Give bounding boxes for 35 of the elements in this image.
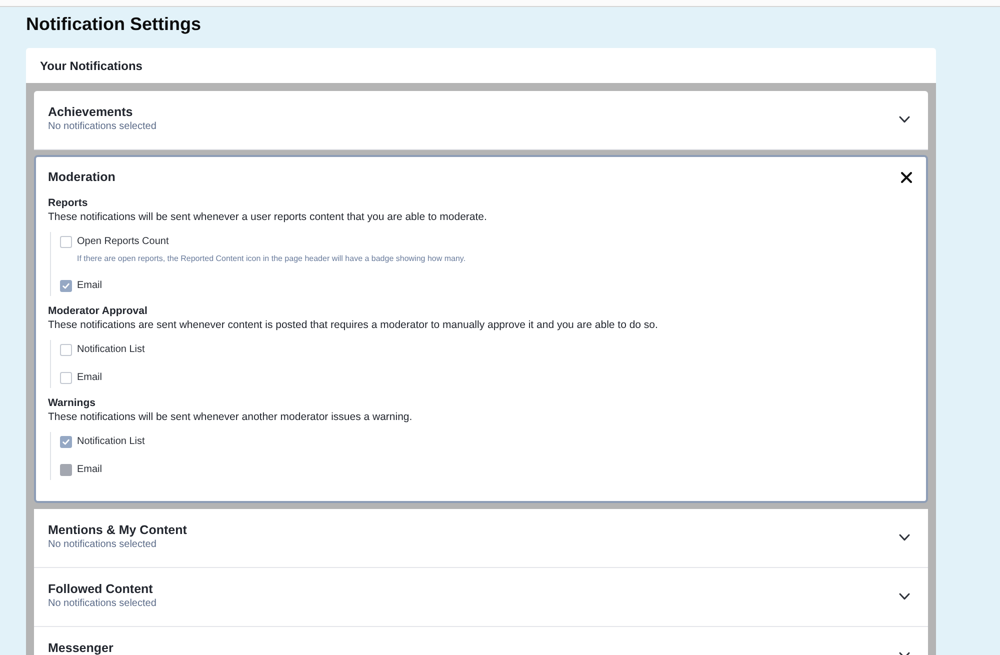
page-title: Notification Settings bbox=[26, 13, 201, 36]
section-title: Moderation bbox=[48, 169, 116, 185]
group-description: These notifications will be sent whenever another moderator issues a warning. bbox=[48, 410, 412, 424]
section-title: Followed Content bbox=[48, 581, 153, 597]
group-title: Warnings bbox=[48, 396, 96, 410]
section-summary: No notifications selected bbox=[48, 120, 156, 134]
close-icon[interactable] bbox=[901, 172, 912, 182]
checkbox[interactable] bbox=[60, 236, 72, 248]
group-description: These notifications will be sent whenever a user reports content that you are able to moderate. bbox=[48, 210, 487, 224]
option-hint: If there are open reports, the Reported Content icon in the page header will have a badge showing how many. bbox=[77, 253, 466, 264]
option-label[interactable]: Email bbox=[77, 371, 102, 385]
chevron-down-icon[interactable] bbox=[899, 116, 910, 123]
checkbox[interactable] bbox=[60, 436, 72, 448]
chevron-down-icon[interactable] bbox=[899, 534, 910, 541]
section-row[interactable]: Achievements No notifications selected bbox=[34, 91, 928, 150]
section-summary: No notifications selected bbox=[48, 597, 156, 611]
section-title: Achievements bbox=[48, 104, 133, 120]
panel-title: Your Notifications bbox=[40, 58, 142, 72]
section-row[interactable]: Followed Content No notifications selected bbox=[34, 568, 928, 627]
group-description: These notifications are sent whenever content is posted that requires a moderator to manually approve it and you are able to do so. bbox=[48, 318, 658, 332]
section-row[interactable]: Messenger bbox=[34, 627, 928, 655]
checkbox[interactable] bbox=[60, 344, 72, 356]
section-title: Messenger bbox=[48, 640, 114, 655]
checkbox[interactable] bbox=[60, 280, 72, 292]
section-summary: No notifications selected bbox=[48, 538, 156, 552]
checkbox[interactable] bbox=[60, 372, 72, 384]
section-title: Mentions & My Content bbox=[48, 522, 187, 538]
section-row[interactable]: Mentions & My Content No notifications selected bbox=[34, 509, 928, 568]
group-title: Reports bbox=[48, 196, 88, 210]
option-label[interactable]: Notification List bbox=[77, 343, 145, 357]
group-title: Moderator Approval bbox=[48, 304, 148, 318]
option-label[interactable]: Open Reports Count bbox=[77, 235, 169, 249]
option-label[interactable]: Notification List bbox=[77, 435, 145, 449]
chevron-down-icon[interactable] bbox=[899, 593, 910, 600]
option-label[interactable]: Email bbox=[77, 279, 102, 293]
